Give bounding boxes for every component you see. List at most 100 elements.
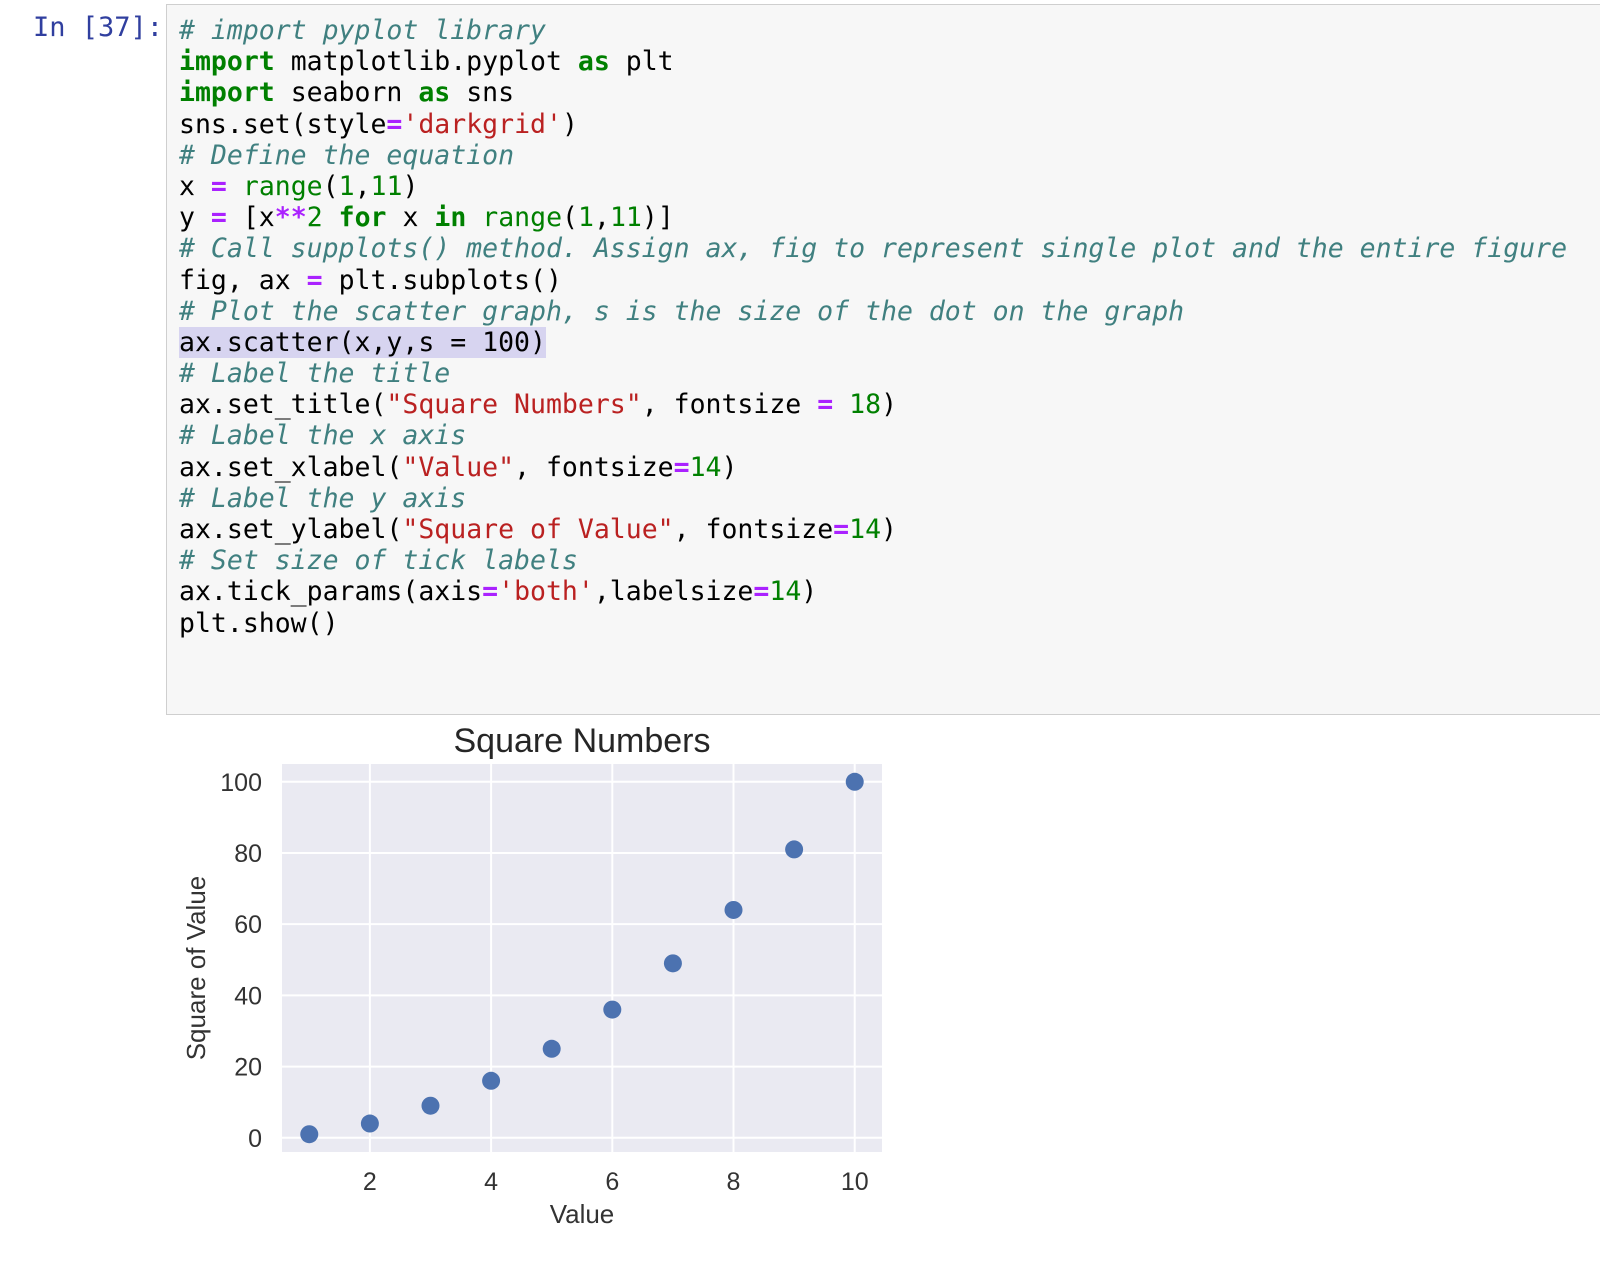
code-token: 1	[578, 202, 594, 234]
code-line: fig, ax = plt.subplots()	[179, 265, 1567, 296]
y-tick-label: 20	[234, 1054, 262, 1082]
code-line: ax.set_xlabel("Value", fontsize=14)	[179, 452, 1567, 483]
data-point	[663, 954, 682, 973]
code-token: =	[753, 576, 770, 608]
chart-title: Square Numbers	[453, 722, 710, 760]
x-tick-label: 4	[484, 1168, 498, 1196]
code-token: 18	[849, 389, 882, 421]
y-tick-label: 80	[234, 840, 262, 868]
code-token: ax.scatter(x,y,s = 100)	[179, 326, 546, 358]
code-token: )	[402, 170, 419, 202]
code-token: range	[242, 170, 323, 202]
code-token: matplotlib.pyplot	[274, 46, 578, 78]
x-tick-label: 8	[727, 1168, 741, 1196]
code-line: ax.set_title("Square Numbers", fontsize …	[179, 389, 1567, 420]
code-token: # Label the x axis	[179, 420, 467, 452]
code-token: [x	[226, 202, 275, 234]
code-token: 'darkgrid'	[402, 108, 562, 140]
code-token: "Square of Value"	[402, 514, 674, 545]
y-tick-label: 100	[220, 769, 262, 797]
code-token: ax.tick_params(axis	[179, 576, 483, 608]
code-token: ,	[354, 170, 371, 202]
y-tick-label: 60	[234, 911, 262, 939]
code-token: "Square Numbers"	[386, 389, 642, 421]
data-point	[724, 900, 743, 919]
code-token: =	[386, 108, 403, 140]
code-token: sns	[450, 77, 515, 109]
code-line: # Set size of tick labels	[179, 545, 1567, 576]
code-line: import matplotlib.pyplot as plt	[179, 46, 1567, 77]
code-token: =	[306, 264, 323, 296]
code-line: plt.show()	[179, 608, 1567, 639]
x-tick-labels: 2 4 6 8 10	[363, 1168, 869, 1196]
code-token: =	[482, 576, 499, 608]
code-line: # Label the x axis	[179, 420, 1567, 451]
x-axis-label: Value	[550, 1199, 615, 1229]
code-token: )	[561, 108, 578, 140]
code-token: plt.show()	[179, 607, 339, 639]
code-token: ax.set_xlabel(	[179, 451, 403, 483]
code-token: (	[322, 170, 339, 202]
code-token: # Call supplots() method. Assign ax, fig…	[179, 233, 1568, 265]
code-token: =	[833, 514, 850, 545]
data-point	[845, 772, 864, 791]
x-tick-label: 6	[605, 1168, 619, 1196]
data-point	[603, 1000, 622, 1019]
code-token: =	[210, 202, 227, 234]
code-token: seaborn	[274, 77, 419, 109]
code-line: # Plot the scatter graph, s is the size …	[179, 296, 1567, 327]
code-token: # Set size of tick labels	[179, 545, 578, 577]
code-token: =	[817, 389, 834, 421]
data-point	[300, 1125, 319, 1144]
y-tick-label: 40	[234, 982, 262, 1010]
code-token: ax.set_title(	[179, 389, 387, 421]
code-token: )	[881, 389, 898, 421]
code-token: fig, ax	[179, 264, 307, 296]
code-token: 1	[338, 170, 355, 202]
code-token: (	[562, 202, 579, 234]
code-line: # Label the title	[179, 358, 1567, 389]
code-line: # Define the equation	[179, 140, 1567, 171]
code-token: # import pyplot library	[179, 15, 546, 46]
code-token: plt.subplots()	[322, 264, 562, 296]
data-point	[482, 1071, 501, 1090]
code-token: # Label the y axis	[179, 482, 467, 514]
code-token: # Define the equation	[179, 139, 515, 171]
code-token: =	[210, 170, 227, 202]
code-line: # import pyplot library	[179, 15, 1567, 46]
code-token: , fontsize	[673, 514, 834, 545]
code-token: range	[482, 202, 563, 234]
y-tick-label: 0	[248, 1125, 262, 1153]
data-point	[360, 1114, 379, 1133]
code-token: # Label the title	[179, 358, 451, 390]
code-cell-input[interactable]: # import pyplot library import matplotlib…	[166, 4, 1600, 715]
y-axis-label: Square of Value	[181, 876, 211, 1061]
plot-area	[282, 764, 882, 1152]
code-line: # Call supplots() method. Assign ax, fig…	[179, 233, 1567, 264]
code-line: x = range(1,11)	[179, 171, 1567, 202]
cell-prompt: In [37]:	[33, 12, 164, 43]
code-token: )]	[641, 202, 674, 234]
scatter-chart: 2 4 6 8 10 0 20 40 60 80 100 Square Numbers Value…	[181, 722, 882, 1229]
code-token: x	[386, 202, 435, 234]
code-token: ,	[593, 202, 610, 234]
code-line: ax.set_ylabel("Square of Value", fontsiz…	[179, 514, 1567, 545]
code-token: as	[418, 77, 451, 109]
code-line: y = [x**2 for x in range(1,11)]	[179, 202, 1567, 233]
code-token: 14	[769, 576, 802, 608]
code-token: 'both'	[498, 576, 594, 608]
code-editor[interactable]: # import pyplot library import matplotlib…	[179, 15, 1567, 639]
code-token: for	[338, 202, 387, 234]
code-line: ax.scatter(x,y,s = 100)	[179, 326, 1567, 358]
code-token: ,labelsize	[593, 576, 754, 608]
code-token: import	[179, 46, 275, 78]
code-token: 2	[306, 202, 323, 234]
data-point	[785, 840, 804, 859]
code-token: **	[274, 202, 307, 234]
code-token: =	[673, 451, 690, 483]
code-token: )	[881, 514, 898, 545]
